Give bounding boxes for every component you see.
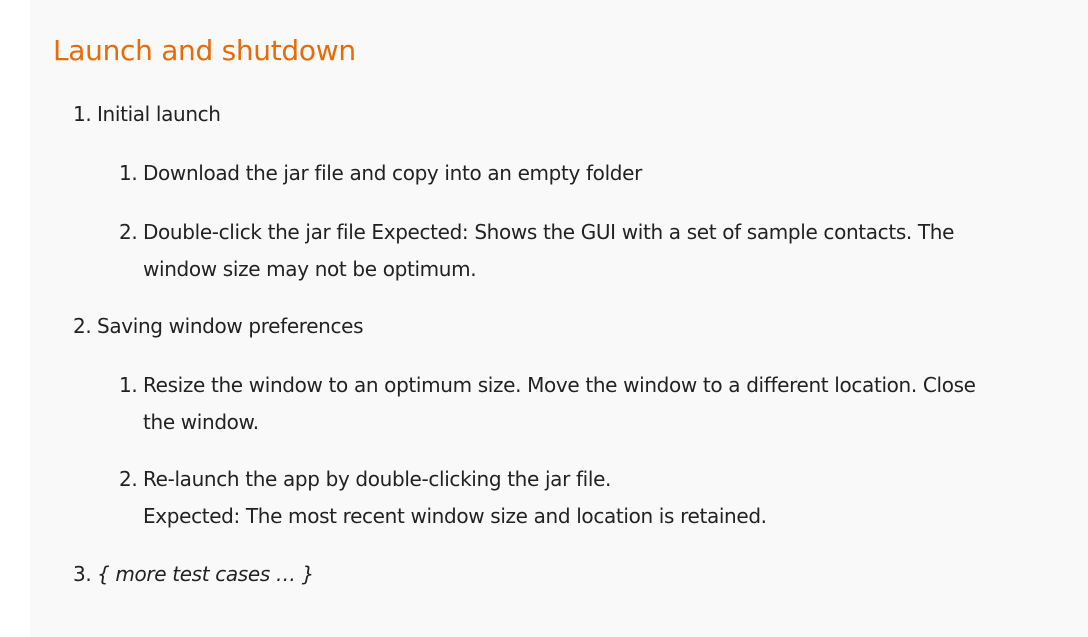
- list-item-saving-window-preferences: 2. Saving window preferences: [73, 308, 364, 345]
- list-item-download-jar: 1. Download the jar file and copy into an…: [119, 155, 642, 192]
- list-number: 2.: [119, 467, 138, 491]
- list-number: 1.: [73, 102, 92, 126]
- document-page: Launch and shutdown 1. Initial launch 1. D…: [30, 0, 1088, 637]
- list-item-text-continued: the window.: [143, 410, 259, 434]
- list-item-resize-window: 1. Resize the window to an optimum size. …: [119, 367, 976, 441]
- list-item-more-test-cases: 3.{ more test cases … }: [73, 556, 314, 593]
- list-item-label: { more test cases … }: [97, 562, 314, 586]
- list-item-label: Initial launch: [97, 102, 221, 126]
- list-item-double-click-jar: 2. Double-click the jar file Expected: Sh…: [119, 214, 954, 288]
- list-item-text: Resize the window to an optimum size. Mo…: [143, 373, 976, 397]
- list-item-initial-launch: 1. Initial launch: [73, 96, 221, 133]
- section-heading: Launch and shutdown: [53, 34, 356, 67]
- list-item-text: Double-click the jar file Expected: Show…: [143, 220, 955, 244]
- list-item-label: Saving window preferences: [97, 314, 364, 338]
- list-number: 1.: [119, 161, 138, 185]
- list-item-text-continued: Expected: The most recent window size an…: [143, 504, 767, 528]
- list-item-relaunch-app: 2. Re-launch the app by double-clicking t…: [119, 461, 767, 535]
- list-number: 2.: [119, 220, 138, 244]
- list-number: 3.: [73, 562, 92, 586]
- list-number: 2.: [73, 314, 92, 338]
- list-number: 1.: [119, 373, 138, 397]
- list-item-text: Re-launch the app by double-clicking the…: [143, 467, 612, 491]
- list-item-text: Download the jar file and copy into an e…: [143, 161, 642, 185]
- list-item-text-continued: window size may not be optimum.: [143, 257, 477, 281]
